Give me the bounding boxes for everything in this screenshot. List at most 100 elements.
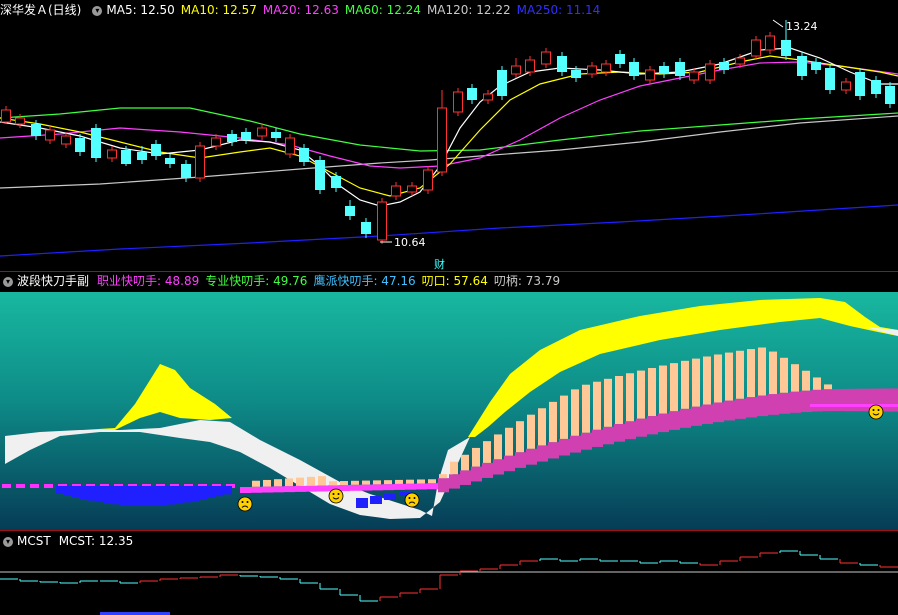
indicator-magenta-bar — [427, 483, 438, 490]
indicator-tan-bar — [296, 477, 304, 486]
candle-body — [15, 117, 25, 125]
indicator-blue-bar — [104, 486, 112, 504]
indicator-tan-bar — [560, 395, 568, 439]
indicator-tan-bar — [659, 365, 667, 414]
indicator-tan-bar — [604, 378, 612, 427]
indicator-blue-bar — [224, 486, 232, 495]
candle-body — [285, 137, 295, 155]
candle-body — [781, 40, 791, 56]
candle-body — [675, 62, 685, 76]
ma120-label: MA120: 12.22 — [426, 3, 511, 17]
high-marker-line — [772, 19, 784, 28]
ma10-label: MA10: 12.57 — [180, 3, 257, 17]
indicator-magenta-bar — [812, 389, 823, 412]
candle-body — [391, 185, 401, 197]
candle-body — [645, 69, 655, 81]
chevron-down-icon[interactable]: ▾ — [3, 536, 13, 547]
indicator-tan-bar — [362, 480, 370, 485]
indicator-magenta-bar — [603, 426, 614, 445]
candle-body — [615, 54, 625, 64]
candle-body — [345, 206, 355, 216]
candle-body — [751, 39, 761, 57]
finance-marker[interactable]: 财 — [434, 257, 445, 271]
candle-body — [151, 144, 161, 156]
indicator-dash — [16, 484, 25, 488]
indicator-blue-bar — [184, 486, 192, 503]
indicator-magenta-bar — [713, 402, 724, 423]
ma20-line — [0, 61, 898, 169]
indicator-blue-bar — [144, 486, 152, 506]
candle-body — [885, 86, 895, 104]
main-kline-panel[interactable]: 深华发Ａ(日线) ▾ MA5: 12.50 MA10: 12.57 MA20: 12.6… — [0, 0, 898, 271]
candle-body — [361, 222, 371, 234]
indicator-blue-bar — [208, 486, 216, 498]
indicator-tan-bar — [406, 479, 414, 484]
indicator-magenta-bar — [735, 398, 746, 419]
candlesticks — [1, 20, 895, 244]
indicator-tan-bar — [263, 479, 271, 487]
candle-body — [121, 150, 131, 164]
indicator-magenta-bar — [625, 421, 636, 440]
candle-body — [107, 149, 117, 159]
candle-body — [587, 65, 597, 75]
mcst-panel[interactable]: ▾ MCST MCST: 12.35 — [0, 531, 898, 615]
indicator-item-2: 专业快叨手: 49.76 — [205, 274, 308, 288]
ma250-line — [0, 204, 898, 257]
indicator-magenta-bar — [460, 470, 471, 485]
indicator-tan-bar — [769, 351, 777, 395]
indicator-magenta-bar — [339, 485, 350, 492]
candle-body — [557, 56, 567, 72]
candle-body — [377, 201, 387, 241]
indicator-tan-bar — [637, 370, 645, 419]
indicator-blue-bar — [176, 486, 184, 504]
chevron-down-icon[interactable]: ▾ — [3, 276, 13, 287]
indicator-blue-bar — [136, 486, 144, 506]
indicator-magenta-bar — [636, 418, 647, 437]
candle-body — [689, 71, 699, 81]
candle-body — [659, 66, 669, 74]
indicator-tan-bar — [736, 350, 744, 399]
indicator-blue-bar — [200, 486, 208, 500]
indicator-tan-bar — [494, 434, 502, 460]
indicator-magenta-bar — [658, 413, 669, 433]
indicator-tan-bar — [439, 474, 447, 479]
frown-icon — [237, 496, 253, 512]
indicator-magenta-bar — [614, 423, 625, 442]
indicator-magenta-bar — [592, 429, 603, 447]
indicator-item-4: 叨口: 57.64 — [421, 274, 488, 288]
indicator-magenta-bar — [350, 484, 361, 491]
indicator-tan-bar — [329, 481, 337, 486]
candle-body — [137, 152, 147, 160]
indicator-tan-bar — [681, 360, 689, 409]
candle-body — [423, 169, 433, 191]
indicator-tan-bar — [373, 480, 381, 485]
low-marker-label: 10.64 — [394, 236, 426, 249]
indicator-magenta-bar — [449, 474, 460, 489]
chevron-down-icon[interactable]: ▾ — [92, 5, 103, 16]
indicator-tan-bar — [351, 480, 359, 485]
candle-body — [483, 93, 493, 101]
indicator-tan-bar — [252, 480, 260, 487]
indicator-tan-bar — [582, 384, 590, 433]
indicator-panel[interactable]: ▾ 波段快刀手副 职业快叨手: 48.89 专业快叨手: 49.76 鹰派快叨手: 47… — [0, 272, 898, 530]
indicator-magenta-bar — [317, 485, 328, 492]
indicator-tan-bar — [428, 479, 436, 484]
high-marker-label: 13.24 — [786, 20, 818, 33]
indicator-tan-bar — [472, 447, 480, 467]
indicator-tan-bar — [593, 381, 601, 430]
candle-body — [195, 145, 205, 179]
indicator-blue-bar — [216, 486, 224, 497]
indicator-magenta-bar — [889, 388, 898, 412]
indicator-dash — [44, 484, 53, 488]
ma5-label: MA5: 12.50 — [106, 3, 175, 17]
indicator-magenta-bar — [405, 483, 416, 490]
indicator-blue-bar — [128, 486, 136, 506]
candle-body — [331, 176, 341, 188]
indicator-tail — [810, 404, 898, 407]
indicator-blue-bar — [72, 486, 80, 498]
ma250-label: MA250: 11.14 — [516, 3, 601, 17]
indicator-magenta-bar — [834, 388, 845, 412]
indicator-tan-bar — [780, 357, 788, 393]
candle-body — [497, 70, 507, 96]
indicator-magenta-bar — [493, 459, 504, 475]
